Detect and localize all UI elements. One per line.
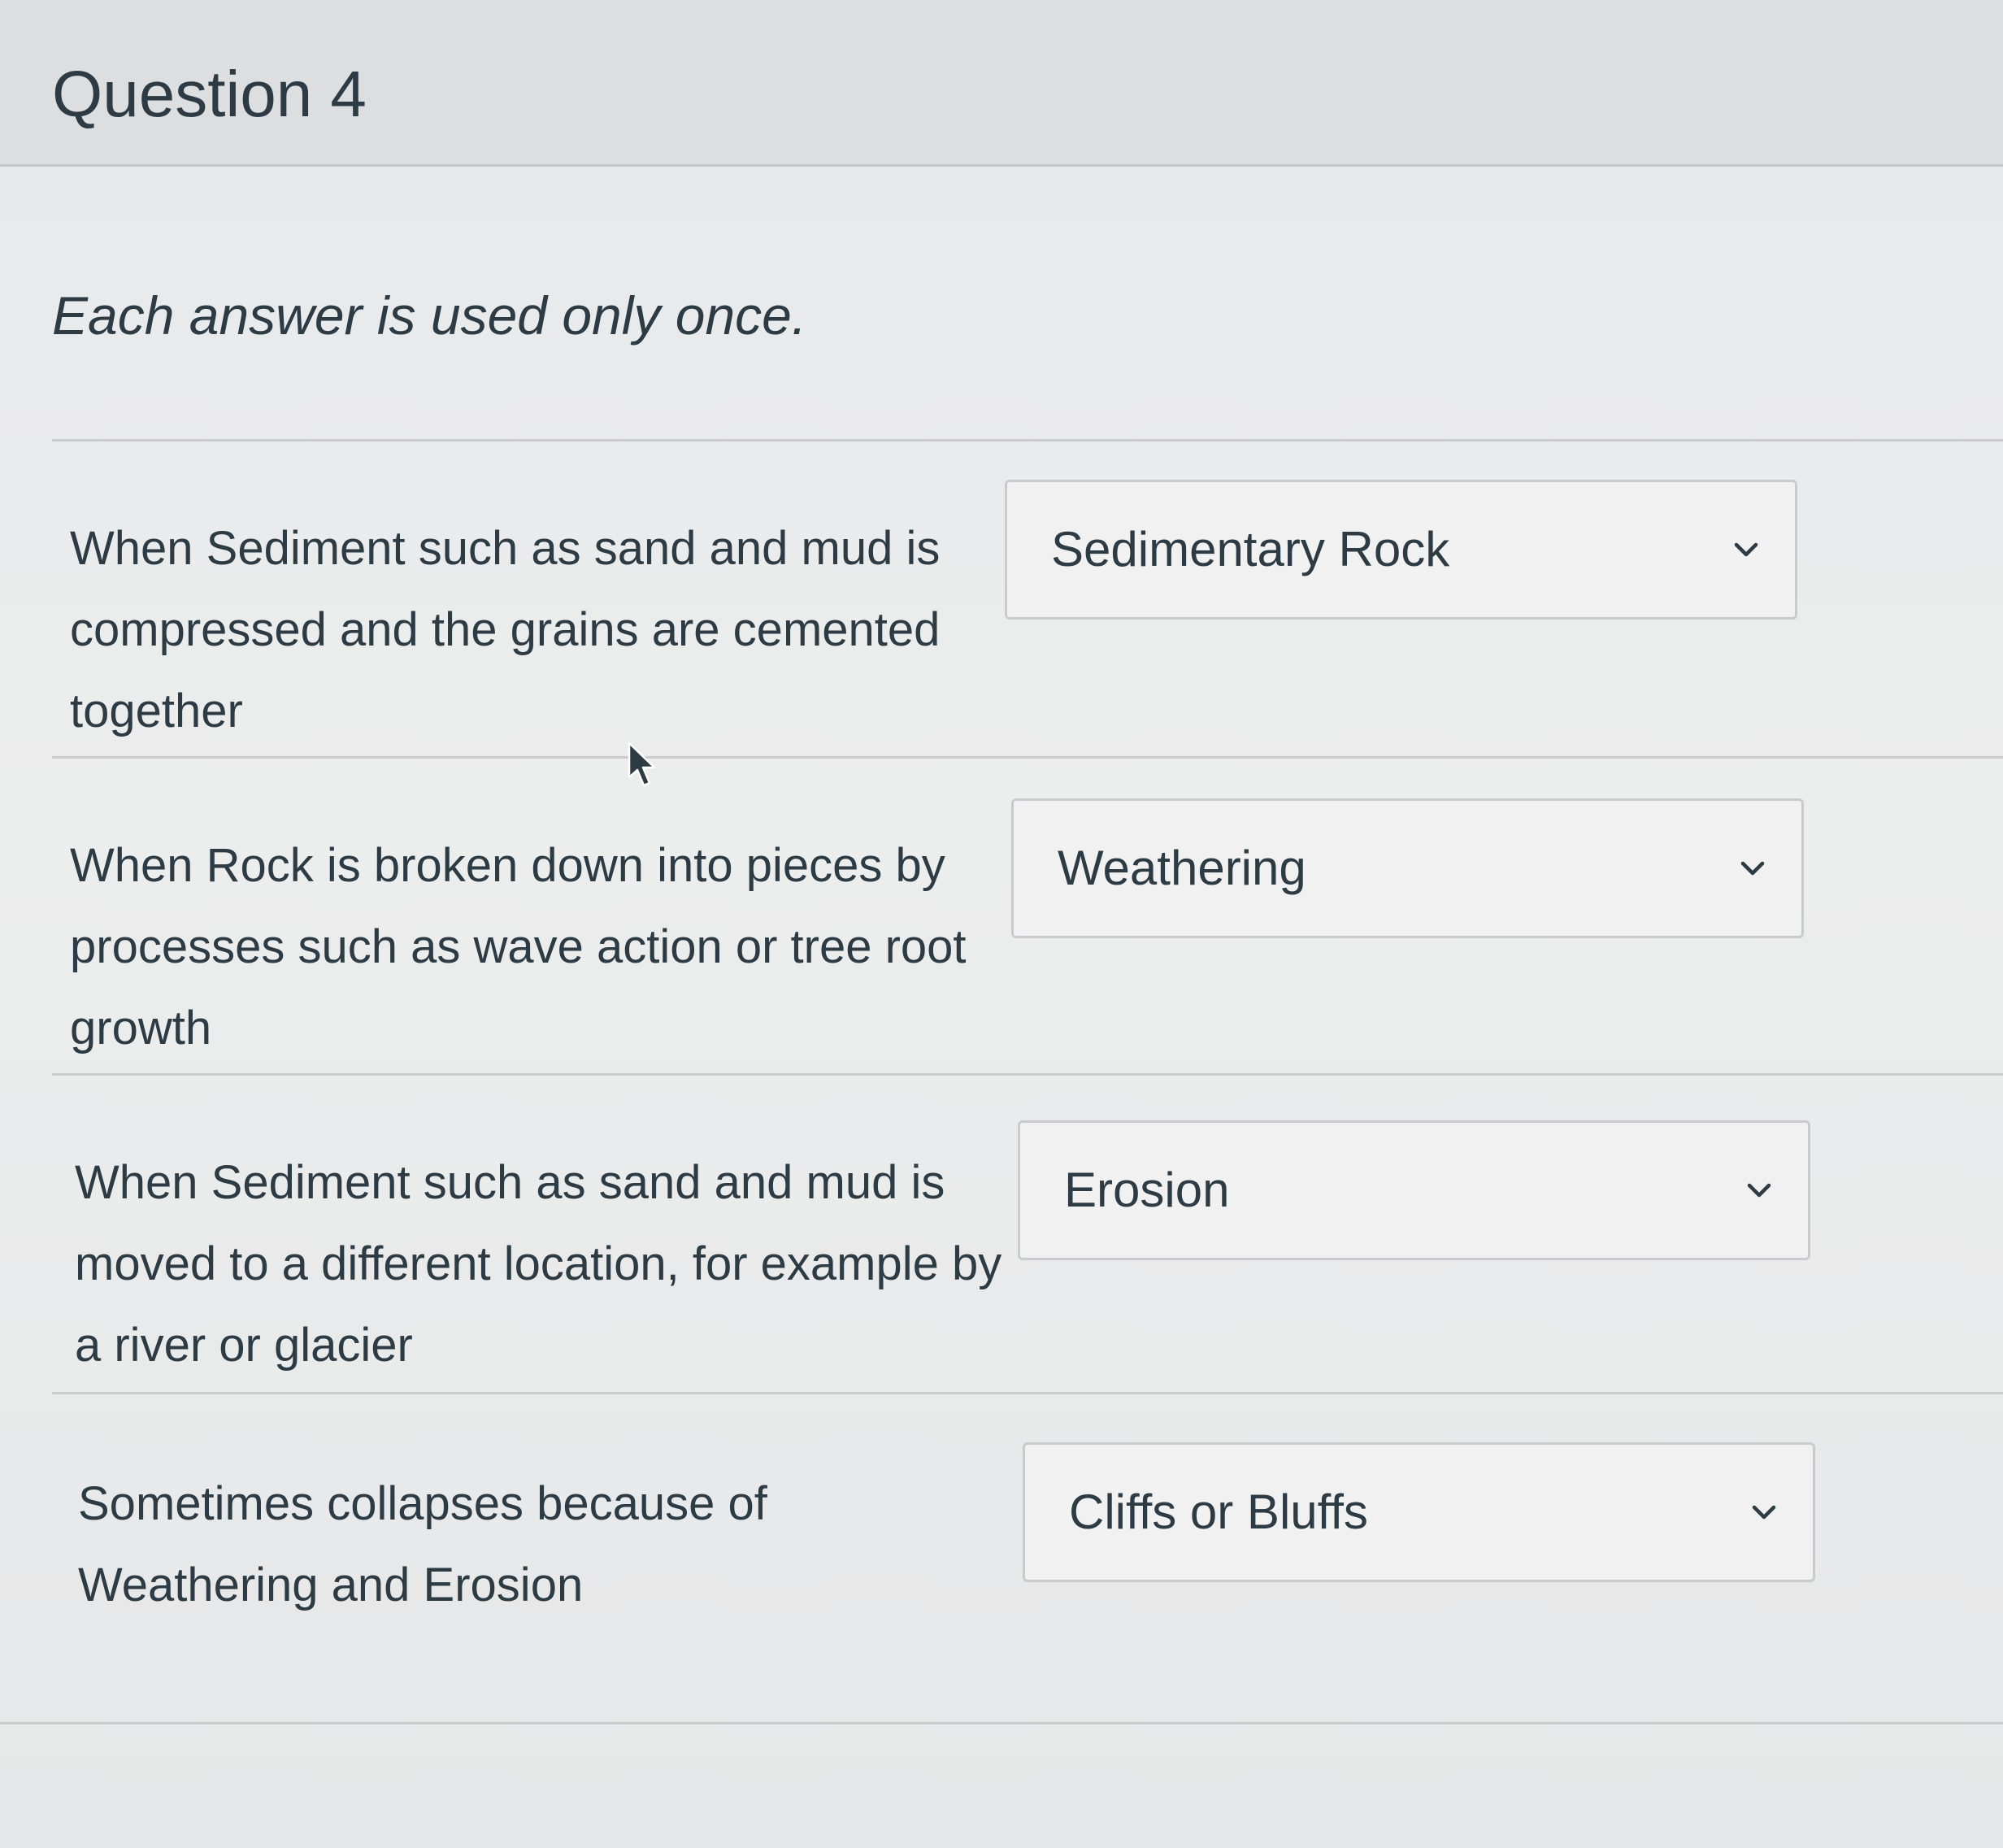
divider — [52, 756, 2003, 759]
chevron-down-icon — [1744, 1176, 1774, 1205]
match-prompt-1: When Sediment such as sand and mud is co… — [70, 522, 941, 737]
divider — [0, 1722, 2003, 1724]
answer-select-4[interactable]: Cliffs or Bluffs — [1023, 1442, 1815, 1582]
chevron-down-icon — [1749, 1498, 1779, 1527]
match-prompt-3: When Sediment such as sand and mud is mo… — [75, 1156, 1002, 1372]
divider — [52, 1392, 2003, 1394]
answer-select-2[interactable]: Weathering — [1011, 798, 1804, 938]
match-prompt-4: Sometimes collapses because of Weatherin… — [78, 1477, 767, 1611]
mouse-pointer-icon — [626, 741, 658, 790]
divider — [52, 439, 2003, 441]
question-header: Question 4 — [0, 0, 2003, 167]
answer-select-value: Cliffs or Bluffs — [1069, 1485, 1368, 1539]
match-prompt-2: When Rock is broken down into pieces by … — [70, 839, 967, 1054]
question-instructions: Each answer is used only once. — [52, 285, 807, 346]
question-title: Question 4 — [52, 58, 367, 130]
chevron-down-icon — [1738, 854, 1767, 883]
answer-select-1[interactable]: Sedimentary Rock — [1005, 480, 1797, 620]
answer-select-value: Weathering — [1058, 841, 1306, 895]
divider — [52, 1073, 2003, 1076]
answer-select-value: Erosion — [1064, 1163, 1230, 1217]
chevron-down-icon — [1731, 535, 1761, 564]
answer-select-value: Sedimentary Rock — [1051, 522, 1450, 576]
answer-select-3[interactable]: Erosion — [1018, 1120, 1810, 1260]
